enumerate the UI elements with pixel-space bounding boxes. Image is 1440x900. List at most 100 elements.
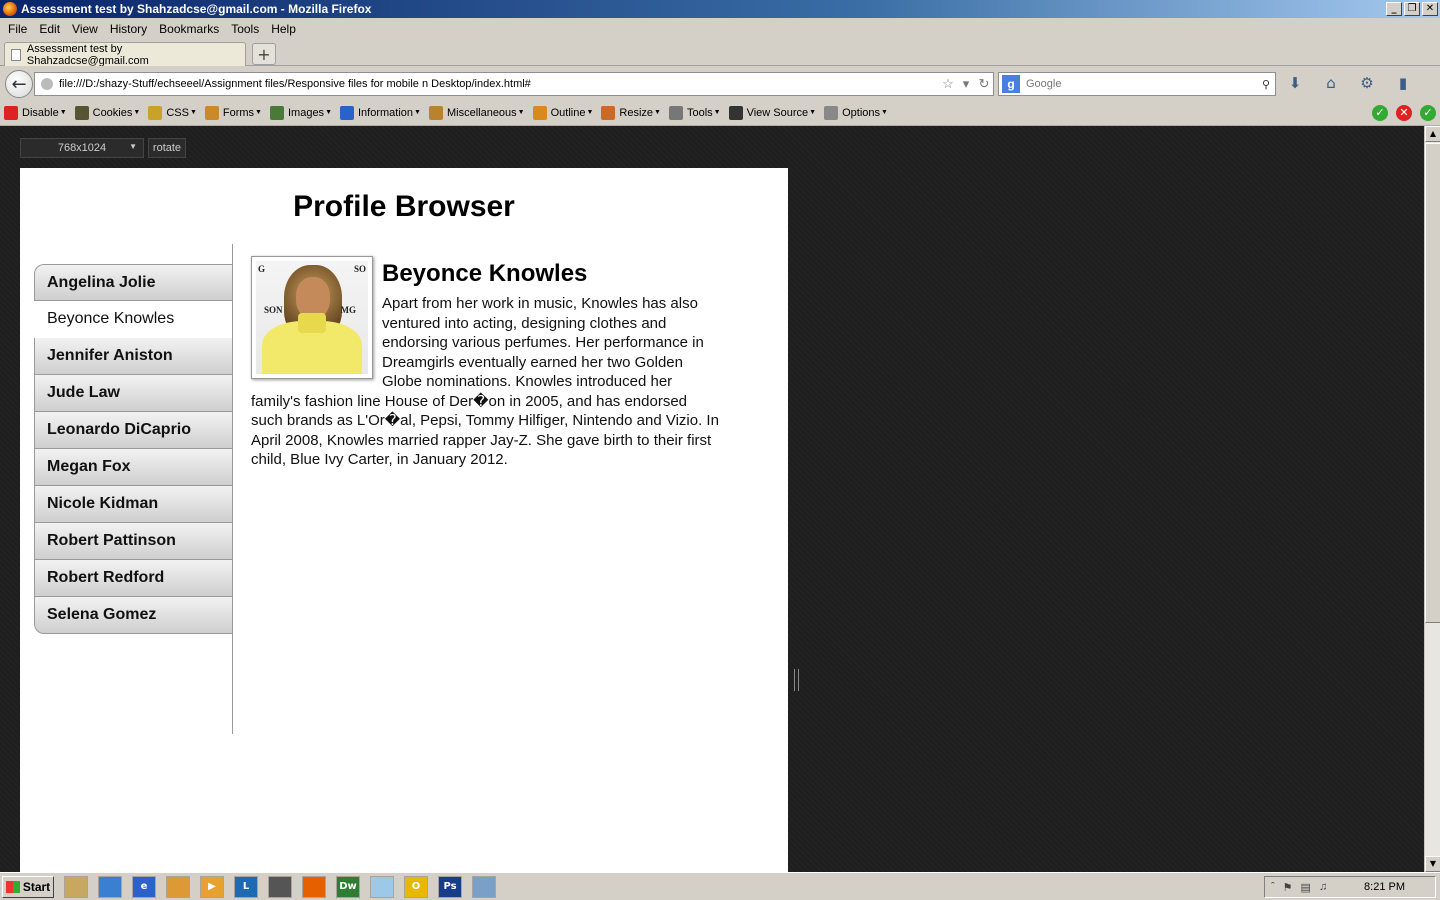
profile-item-megan-fox[interactable]: Megan Fox (34, 449, 233, 486)
search-bar[interactable]: g Google ⚲ (998, 72, 1276, 96)
new-tab-button[interactable]: + (252, 43, 276, 65)
profile-item-jennifer-aniston[interactable]: Jennifer Aniston (34, 338, 233, 375)
devtool-view-source[interactable]: View Source ▼ (728, 105, 817, 120)
clock[interactable]: 8:21 PM (1364, 881, 1405, 893)
profile-item-selena-gomez[interactable]: Selena Gomez (34, 597, 233, 634)
profile-item-jude-law[interactable]: Jude Law (34, 375, 233, 412)
taskbar-app-icon[interactable] (302, 875, 326, 898)
url-text[interactable]: file:///D:/shazy-Stuff/echseeel/Assignme… (59, 78, 939, 90)
bookmark-star-icon[interactable]: ☆ (939, 76, 957, 92)
cookies-icon (74, 105, 89, 120)
scroll-down-icon[interactable]: ▼ (1425, 856, 1440, 872)
profile-item-robert-redford[interactable]: Robert Redford (34, 560, 233, 597)
devtool-label: Miscellaneous (446, 106, 517, 119)
devtool-disable[interactable]: Disable ▼ (4, 105, 67, 120)
devtool-information[interactable]: Information ▼ (340, 105, 421, 120)
navigation-bar: ← file:///D:/shazy-Stuff/echseeel/Assign… (0, 66, 1440, 100)
start-button[interactable]: Start (2, 875, 54, 898)
tab-assessment[interactable]: Assessment test by Shahzadcse@gmail.com (4, 42, 246, 67)
devtool-css[interactable]: CSS ▼ (148, 105, 197, 120)
profile-item-nicole-kidman[interactable]: Nicole Kidman (34, 486, 233, 523)
url-dropdown-icon[interactable]: ▾ (957, 76, 975, 92)
search-icon[interactable]: ⚲ (1257, 78, 1275, 91)
css-valid-icon[interactable]: ✓ (1372, 105, 1388, 121)
taskbar-app-icon[interactable]: L (234, 875, 258, 898)
tray-expand-icon[interactable]: ˆ (1271, 881, 1275, 894)
web-page: Profile Browser Angelina Jolie Beyonce Kn… (20, 168, 788, 872)
taskbar-app-icon[interactable] (166, 875, 190, 898)
menu-view[interactable]: View (72, 22, 98, 36)
profile-item-angelina-jolie[interactable]: Angelina Jolie (34, 264, 233, 301)
windows-logo-icon (5, 880, 20, 893)
devtool-miscellaneous[interactable]: Miscellaneous ▼ (428, 105, 525, 120)
js-error-icon[interactable]: ✕ (1396, 105, 1412, 121)
taskbar-app-icon[interactable] (268, 875, 292, 898)
taskbar-app-icon[interactable]: e (132, 875, 156, 898)
dropdown-arrow-icon: ▼ (809, 109, 817, 116)
taskbar-app-icon[interactable] (64, 875, 88, 898)
taskbar-app-icon[interactable] (472, 875, 496, 898)
search-input[interactable]: Google (1026, 78, 1257, 90)
home-icon[interactable]: ⌂ (1322, 74, 1340, 92)
google-icon[interactable]: g (1002, 75, 1020, 93)
taskbar-app-icon[interactable]: O (404, 875, 428, 898)
bookmarks-icon[interactable]: ▮ (1394, 74, 1412, 92)
globe-icon (41, 78, 53, 90)
taskbar-app-icon[interactable]: Dw (336, 875, 360, 898)
system-tray: ˆ ⚑ ▤ ♫ 8:21 PM (1264, 876, 1436, 898)
devtool-forms[interactable]: Forms ▼ (204, 105, 262, 120)
menu-bookmarks[interactable]: Bookmarks (159, 22, 219, 36)
taskbar-app-icon[interactable] (98, 875, 122, 898)
devtool-options[interactable]: Options ▼ (824, 105, 888, 120)
reload-icon[interactable]: ↻ (975, 76, 993, 92)
download-icon[interactable]: ⬇ (1286, 74, 1304, 92)
vertical-scrollbar[interactable]: ▲ ▼ (1424, 126, 1440, 872)
taskbar-app-icon[interactable]: ▶ (200, 875, 224, 898)
photo-backdrop-text: SO (353, 264, 366, 274)
restore-button[interactable]: ❐ (1404, 2, 1420, 16)
photo-image: G SO SON MG (256, 261, 368, 374)
profile-item-leonardo-dicaprio[interactable]: Leonardo DiCaprio (34, 412, 233, 449)
devtool-outline[interactable]: Outline ▼ (532, 105, 593, 120)
page-title: Profile Browser (293, 190, 515, 223)
back-arrow-icon: ← (11, 73, 27, 95)
url-bar[interactable]: file:///D:/shazy-Stuff/echseeel/Assignme… (34, 72, 994, 96)
back-button[interactable]: ← (5, 70, 33, 98)
rotate-button[interactable]: rotate (148, 138, 186, 158)
sidebar-divider (232, 244, 233, 734)
tools-icon (668, 105, 683, 120)
nav-icons: ⬇ ⌂ ⚙ ▮ (1286, 74, 1412, 92)
volume-icon[interactable]: ♫ (1319, 881, 1327, 894)
window-controls: _ ❐ ✕ (1386, 2, 1438, 16)
menu-help[interactable]: Help (271, 22, 296, 36)
scroll-thumb[interactable] (1425, 143, 1440, 623)
devtool-images[interactable]: Images ▼ (269, 105, 332, 120)
devtool-resize[interactable]: Resize ▼ (601, 105, 661, 120)
options-icon (824, 105, 839, 120)
menu-bar: File Edit View History Bookmarks Tools H… (0, 18, 1440, 40)
profile-item-robert-pattinson[interactable]: Robert Pattinson (34, 523, 233, 560)
resize-handle[interactable] (794, 669, 799, 691)
web-developer-toolbar: Disable ▼ Cookies ▼ CSS ▼ Forms ▼ Images ▼ Informa… (0, 100, 1440, 126)
photo-backdrop-text: MG (340, 305, 357, 315)
close-button[interactable]: ✕ (1422, 2, 1438, 16)
viewport-size-select[interactable]: 768x1024 ▼ (20, 138, 144, 158)
profile-item-beyonce-knowles[interactable]: Beyonce Knowles (34, 301, 233, 338)
devtool-tools[interactable]: Tools ▼ (668, 105, 721, 120)
network-icon[interactable]: ▤ (1301, 881, 1311, 894)
html-valid-icon[interactable]: ✓ (1420, 105, 1436, 121)
photo-backdrop-text: SON (264, 305, 283, 315)
devtool-label: Resize (619, 106, 654, 119)
taskbar-app-icon[interactable] (370, 875, 394, 898)
window-title: Assessment test by Shahzadcse@gmail.com … (21, 2, 372, 16)
menu-file[interactable]: File (8, 22, 27, 36)
flag-icon[interactable]: ⚑ (1283, 881, 1293, 894)
scroll-up-icon[interactable]: ▲ (1425, 126, 1440, 142)
devtool-cookies[interactable]: Cookies ▼ (74, 105, 140, 120)
minimize-button[interactable]: _ (1386, 2, 1402, 16)
menu-edit[interactable]: Edit (39, 22, 60, 36)
menu-tools[interactable]: Tools (231, 22, 259, 36)
addon-icon[interactable]: ⚙ (1358, 74, 1376, 92)
taskbar-app-icon[interactable]: Ps (438, 875, 462, 898)
menu-history[interactable]: History (110, 22, 147, 36)
